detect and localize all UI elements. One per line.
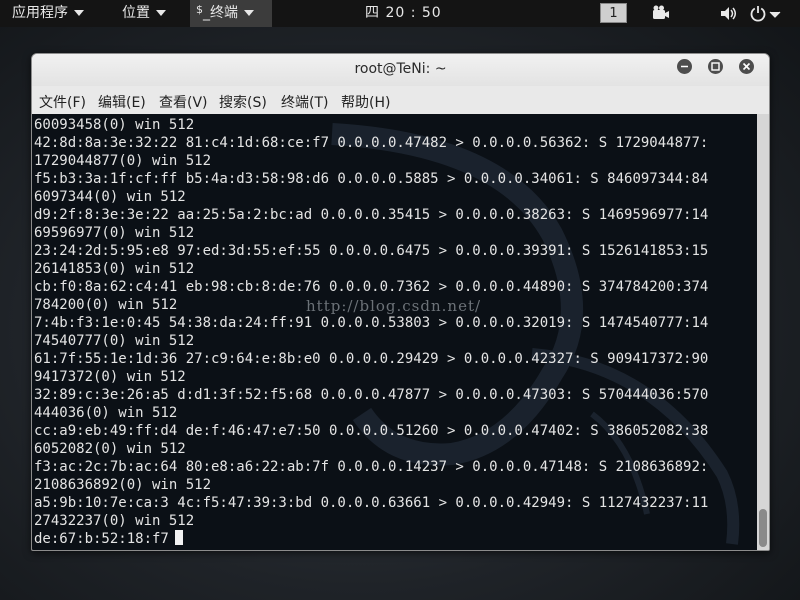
terminal-line: 23:24:2d:5:95:e8 97:ed:3d:55:ef:55 0.0.0… xyxy=(34,243,709,259)
power-icon[interactable] xyxy=(750,0,782,27)
window-title: root@TeNi: ~ xyxy=(354,61,447,77)
close-button[interactable] xyxy=(739,59,754,74)
terminal-line: f5:b3:3a:1f:cf:ff b5:4a:d3:58:98:d6 0.0.… xyxy=(34,171,709,187)
terminal-line: 27432237(0) win 512 xyxy=(34,513,195,529)
menu-help[interactable]: 帮助(H) xyxy=(341,92,390,112)
title-bar[interactable]: root@TeNi: ~ xyxy=(32,54,769,86)
minimize-icon xyxy=(681,65,688,68)
clock[interactable]: 四 20 : 50 xyxy=(365,0,442,27)
menu-view[interactable]: 查看(V) xyxy=(159,92,208,112)
terminal-line: cc:a9:eb:49:ff:d4 de:f:46:47:e7:50 0.0.0… xyxy=(34,423,709,439)
terminal-line: 60093458(0) win 512 xyxy=(34,117,195,133)
terminal-line: 784200(0) win 512 xyxy=(34,297,178,313)
terminal-window[interactable]: root@TeNi: ~ 文件(F) 编辑(E) 查看(V) 搜索(S) 终端(… xyxy=(31,53,770,551)
terminal-line: d9:2f:8:3e:3e:22 aa:25:5a:2:bc:ad 0.0.0.… xyxy=(34,207,709,223)
menu-bar: 文件(F) 编辑(E) 查看(V) 搜索(S) 终端(T) 帮助(H) xyxy=(32,86,769,114)
text-cursor xyxy=(174,530,183,545)
terminal-output[interactable]: http://blog.csdn.net/ 60093458(0) win 51… xyxy=(32,114,757,550)
menu-edit[interactable]: 编辑(E) xyxy=(98,92,146,112)
menu-file[interactable]: 文件(F) xyxy=(39,92,86,112)
maximize-button[interactable] xyxy=(708,59,723,74)
terminal-line: 1729044877(0) win 512 xyxy=(34,153,212,169)
terminal-lines: 60093458(0) win 512 42:8d:8a:3e:32:22 81:… xyxy=(34,116,708,548)
terminal-line: 74540777(0) win 512 xyxy=(34,333,195,349)
minimize-button[interactable] xyxy=(677,59,692,74)
terminal-prompt-line: de:67:b:52:18:f7 xyxy=(34,530,708,548)
terminal-prompt-icon: $ xyxy=(196,3,203,16)
terminal-app-label: _终端 xyxy=(203,5,238,21)
terminal-line: 9417372(0) win 512 xyxy=(34,369,186,385)
applications-menu[interactable]: 应用程序 xyxy=(12,0,84,27)
terminal-line: f3:ac:2c:7b:ac:64 80:e8:a6:22:ab:7f 0.0.… xyxy=(34,459,709,475)
maximize-icon xyxy=(711,62,720,71)
terminal-current-line: de:67:b:52:18:f7 xyxy=(34,531,169,547)
workspace-indicator[interactable]: 1 xyxy=(600,3,627,23)
places-label: 位置 xyxy=(122,5,150,21)
chevron-down-icon xyxy=(244,10,254,16)
applications-label: 应用程序 xyxy=(12,5,68,21)
terminal-line: 42:8d:8a:3e:32:22 81:c4:1d:68:ce:f7 0.0.… xyxy=(34,135,709,151)
terminal-line: 32:89:c:3e:26:a5 d:d1:3f:52:f5:68 0.0.0.… xyxy=(34,387,709,403)
menu-terminal[interactable]: 终端(T) xyxy=(281,92,328,112)
top-panel: 应用程序 位置 $_终端 四 20 : 50 1 xyxy=(0,0,800,27)
terminal-line: 444036(0) win 512 xyxy=(34,405,178,421)
terminal-line: 26141853(0) win 512 xyxy=(34,261,195,277)
terminal-line: 7:4b:f3:1e:0:45 54:38:da:24:ff:91 0.0.0.… xyxy=(34,315,709,331)
scrollbar[interactable] xyxy=(757,114,769,550)
terminal-app-menu[interactable]: $_终端 xyxy=(190,0,272,27)
chevron-down-icon xyxy=(74,10,84,16)
terminal-line: 2108636892(0) win 512 xyxy=(34,477,212,493)
terminal-line: 6097344(0) win 512 xyxy=(34,189,186,205)
terminal-line: 6052082(0) win 512 xyxy=(34,441,186,457)
volume-icon[interactable] xyxy=(720,0,738,27)
camera-icon[interactable] xyxy=(652,0,670,27)
places-menu[interactable]: 位置 xyxy=(122,0,166,27)
terminal-line: 61:7f:55:1e:1d:36 27:c9:64:e:8b:e0 0.0.0… xyxy=(34,351,709,367)
terminal-line: 69596977(0) win 512 xyxy=(34,225,195,241)
close-icon xyxy=(742,62,751,71)
chevron-down-icon xyxy=(156,10,166,16)
scrollbar-thumb[interactable] xyxy=(759,509,767,547)
terminal-line: cb:f0:8a:62:c4:41 eb:98:cb:8:de:76 0.0.0… xyxy=(34,279,709,295)
terminal-line: a5:9b:10:7e:ca:3 4c:f5:47:39:3:bd 0.0.0.… xyxy=(34,495,709,511)
menu-search[interactable]: 搜索(S) xyxy=(219,92,267,112)
